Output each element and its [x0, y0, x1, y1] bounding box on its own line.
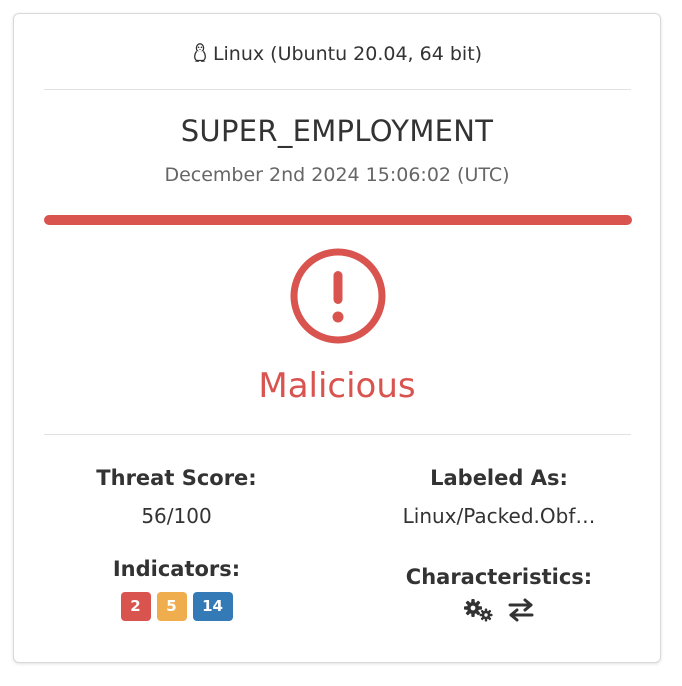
- threat-score-value: 56/100: [141, 504, 212, 528]
- verdict-label: Malicious: [258, 366, 416, 406]
- exclamation-circle-icon: [290, 248, 386, 344]
- divider: [44, 434, 631, 435]
- characteristics-label: Characteristics:: [405, 565, 593, 589]
- os-info: Linux (Ubuntu 20.04, 64 bit): [14, 43, 660, 65]
- informative-indicators-badge[interactable]: 14: [192, 592, 233, 621]
- labeled-as-label: Labeled As:: [430, 466, 568, 490]
- labeled-as-value[interactable]: Linux/Packed.Obf…: [359, 504, 639, 528]
- linux-icon: [194, 43, 206, 62]
- characteristics-icons: [359, 598, 639, 622]
- sample-name: SUPER_EMPLOYMENT: [180, 114, 494, 148]
- indicators-label: Indicators:: [112, 557, 241, 581]
- threat-score-label: Threat Score:: [96, 466, 257, 490]
- threat-score: Threat Score: 56/100: [64, 466, 289, 528]
- divider: [44, 89, 631, 90]
- exchange-arrows-icon[interactable]: [507, 598, 535, 622]
- os-label: Linux (Ubuntu 20.04, 64 bit): [212, 43, 483, 65]
- malicious-indicators-badge[interactable]: 2: [120, 592, 151, 621]
- suspicious-indicators-badge[interactable]: 5: [156, 592, 187, 621]
- report-summary-card: Linux (Ubuntu 20.04, 64 bit) SUPER_EMPLO…: [13, 13, 661, 663]
- verdict-bar: [44, 215, 632, 225]
- characteristics: Characteristics:: [359, 565, 639, 622]
- labeled-as: Labeled As: Linux/Packed.Obf…: [359, 466, 639, 528]
- analysis-date: December 2nd 2024 15:06:02 (UTC): [164, 164, 510, 186]
- indicators: Indicators: 2 5 14: [64, 557, 289, 621]
- indicator-badges: 2 5 14: [64, 592, 289, 621]
- gears-icon[interactable]: [463, 598, 495, 622]
